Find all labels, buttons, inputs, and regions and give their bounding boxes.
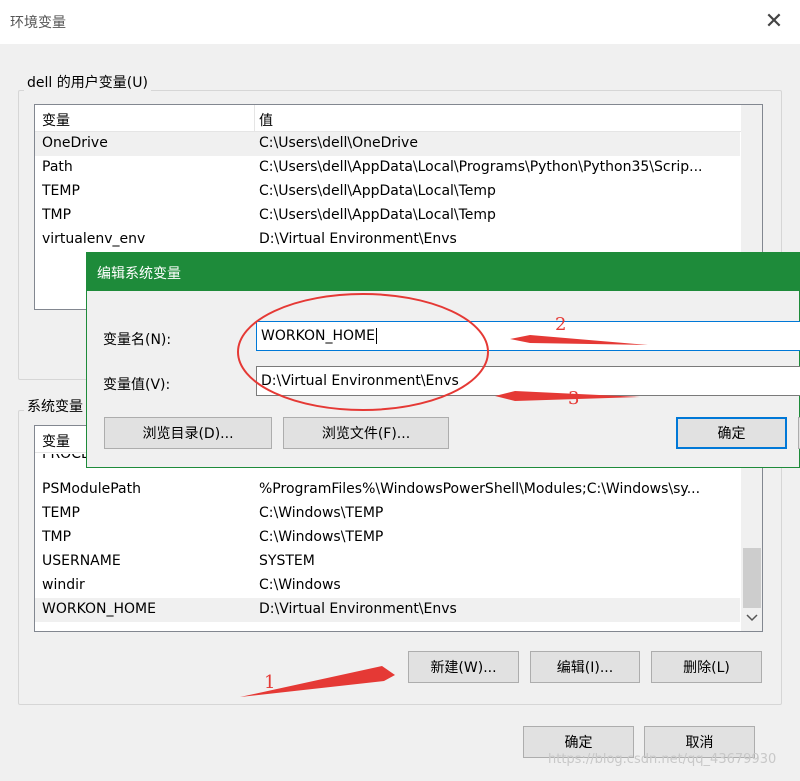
row-value: C:\Windows (259, 577, 341, 593)
row-name: PSModulePath (42, 481, 141, 497)
row-name: TMP (42, 207, 72, 223)
row-value: C:\Users\dell\AppData\Local\Programs\Pyt… (259, 159, 703, 175)
row-name: virtualenv_env (42, 231, 146, 247)
column-header-name[interactable]: 变量 (42, 110, 70, 130)
edit-button[interactable]: 编辑(I)... (530, 651, 640, 683)
edit-system-variable-dialog: 编辑系统变量 变量名(N): WORKON_HOME 变量值(V): D:\Vi… (86, 252, 800, 468)
variable-value-label: 变量值(V): (103, 377, 171, 393)
row-value: %ProgramFiles%\WindowsPowerShell\Modules… (259, 481, 701, 497)
row-name: windir (42, 577, 85, 593)
table-row[interactable]: TEMP C:\Users\dell\AppData\Local\Temp (35, 180, 740, 204)
table-row[interactable]: WORKON_HOME D:\Virtual Environment\Envs (35, 598, 740, 622)
row-value: SYSTEM (259, 553, 315, 569)
delete-button[interactable]: 删除(L) (651, 651, 762, 683)
table-row[interactable]: PSModulePath %ProgramFiles%\WindowsPower… (35, 478, 740, 502)
dialog-title: 编辑系统变量 (97, 266, 181, 282)
window-title: 环境变量 (10, 15, 66, 31)
dialog-title-bar: 编辑系统变量 (87, 253, 800, 291)
table-row[interactable]: TMP C:\Users\dell\AppData\Local\Temp (35, 204, 740, 228)
scrollbar-thumb[interactable] (743, 548, 761, 608)
row-name: OneDrive (42, 135, 108, 151)
table-row[interactable]: windir C:\Windows (35, 574, 740, 598)
chevron-down-icon[interactable] (746, 613, 758, 623)
row-name: TEMP (42, 183, 80, 199)
text-cursor (375, 328, 377, 344)
row-name: Path (42, 159, 73, 175)
row-value: C:\Users\dell\AppData\Local\Temp (259, 183, 496, 199)
browse-directory-button[interactable]: 浏览目录(D)... (104, 417, 272, 449)
dialog-ok-button[interactable]: 确定 (676, 417, 787, 449)
variable-value-input[interactable]: D:\Virtual Environment\Envs (256, 366, 800, 396)
column-header-name[interactable]: 变量 (42, 431, 70, 451)
table-row[interactable]: OneDrive C:\Users\dell\OneDrive (35, 132, 740, 156)
row-value: D:\Virtual Environment\Envs (259, 601, 457, 617)
variable-value-text: D:\Virtual Environment\Envs (261, 373, 459, 389)
row-value: C:\Users\dell\OneDrive (259, 135, 418, 151)
row-value: C:\Users\dell\AppData\Local\Temp (259, 207, 496, 223)
column-header-value[interactable]: 值 (259, 110, 273, 130)
close-icon[interactable]: ✕ (760, 8, 788, 36)
row-name: TMP (42, 529, 72, 545)
row-name: TEMP (42, 505, 80, 521)
table-row[interactable]: TEMP C:\Windows\TEMP (35, 502, 740, 526)
watermark: https://blog.csdn.net/qq_43679930 (548, 752, 777, 767)
row-name: WORKON_HOME (42, 601, 156, 617)
title-bar: 环境变量 ✕ (0, 0, 800, 44)
new-button[interactable]: 新建(W)... (408, 651, 519, 683)
row-value: C:\Windows\TEMP (259, 505, 384, 521)
user-variables-label: dell 的用户变量(U) (24, 72, 151, 92)
system-variables-label: 系统变量 (24, 396, 86, 416)
table-row[interactable]: virtualenv_env D:\Virtual Environment\En… (35, 228, 740, 252)
row-value: C:\Windows\TEMP (259, 529, 384, 545)
table-row[interactable]: TMP C:\Windows\TEMP (35, 526, 740, 550)
variable-name-input[interactable]: WORKON_HOME (256, 321, 800, 351)
row-value: D:\Virtual Environment\Envs (259, 231, 457, 247)
variable-name-text: WORKON_HOME (261, 328, 375, 344)
browse-file-button[interactable]: 浏览文件(F)... (283, 417, 449, 449)
table-row[interactable]: Path C:\Users\dell\AppData\Local\Program… (35, 156, 740, 180)
table-row[interactable]: USERNAME SYSTEM (35, 550, 740, 574)
row-name: USERNAME (42, 553, 121, 569)
variable-name-label: 变量名(N): (103, 332, 172, 348)
list-header: 变量 值 (35, 105, 762, 132)
